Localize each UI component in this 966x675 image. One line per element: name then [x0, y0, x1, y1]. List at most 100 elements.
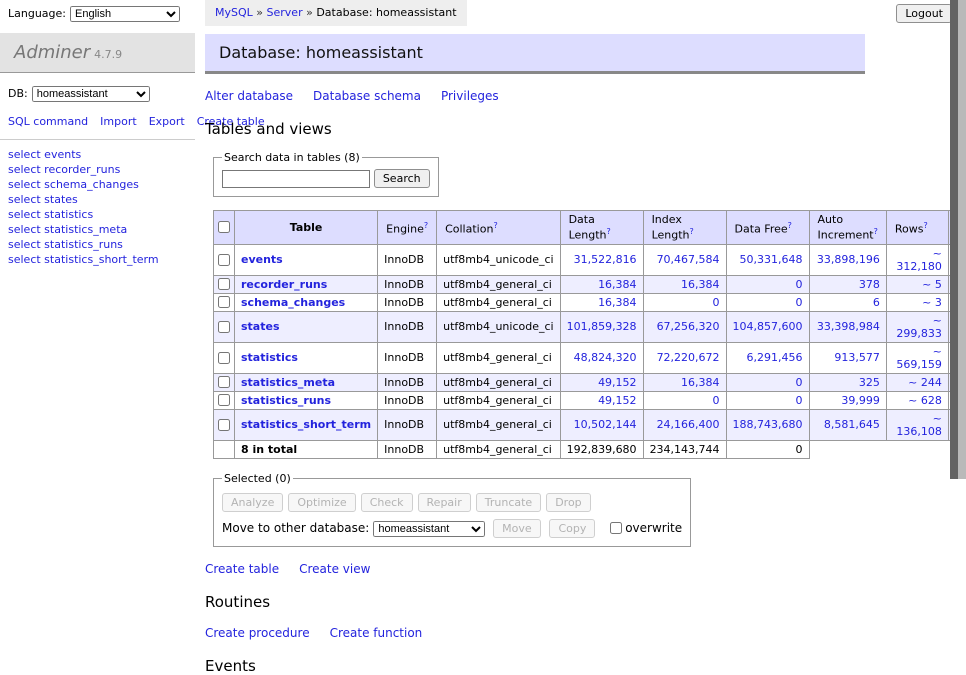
- select-all-checkbox[interactable]: [218, 221, 230, 233]
- export-link[interactable]: Export: [149, 115, 185, 128]
- data-length-cell: 31,522,816: [560, 244, 643, 275]
- move-database-select[interactable]: homeassistant: [373, 521, 485, 537]
- data-free-cell: 188,743,680: [726, 409, 809, 440]
- table-link-statistics-runs[interactable]: statistics_runs: [241, 394, 331, 407]
- index-length-cell: 16,384: [643, 275, 726, 293]
- import-link[interactable]: Import: [100, 115, 137, 128]
- overwrite-checkbox[interactable]: [610, 522, 622, 534]
- collation-cell: utf8mb4_unicode_ci: [437, 311, 560, 342]
- create-links: Create table Create view: [205, 562, 966, 576]
- data-length-cell: 48,824,320: [560, 342, 643, 373]
- row-checkbox-statistics[interactable]: [218, 352, 230, 364]
- collation-cell: utf8mb4_general_ci: [437, 391, 560, 409]
- auto-increment-cell: 33,898,196: [809, 244, 886, 275]
- auto-increment-cell: 378: [809, 275, 886, 293]
- data-length-cell: 49,152: [560, 391, 643, 409]
- alter-database-link[interactable]: Alter database: [205, 89, 293, 103]
- help-icon[interactable]: ?: [874, 227, 878, 236]
- sidebar: Language:English Adminer4.7.9 DB:homeass…: [0, 0, 195, 270]
- search-button[interactable]: Search: [374, 169, 430, 188]
- select-statistics-meta-link[interactable]: select statistics_meta: [8, 223, 187, 238]
- row-checkbox-events[interactable]: [218, 254, 230, 266]
- table-link-recorder-runs[interactable]: recorder_runs: [241, 278, 327, 291]
- select-states-link[interactable]: select states: [8, 193, 187, 208]
- index-length-cell: 67,256,320: [643, 311, 726, 342]
- help-icon[interactable]: ?: [493, 221, 497, 230]
- repair-button: Repair: [418, 493, 471, 512]
- db-row: DB: homeassistant: [0, 73, 195, 104]
- row-checkbox-statistics-runs[interactable]: [218, 394, 230, 406]
- help-icon[interactable]: ?: [607, 227, 611, 236]
- search-input[interactable]: [222, 170, 370, 188]
- language-select[interactable]: English: [70, 6, 180, 22]
- scrollbar-thumb[interactable]: [950, 0, 958, 479]
- create-table-link[interactable]: Create table: [205, 562, 279, 576]
- create-procedure-link[interactable]: Create procedure: [205, 626, 310, 640]
- collation-cell: utf8mb4_general_ci: [437, 275, 560, 293]
- breadcrumb-separator: »: [303, 6, 317, 19]
- table-link-schema-changes[interactable]: schema_changes: [241, 296, 345, 309]
- privileges-link[interactable]: Privileges: [441, 89, 499, 103]
- rows-cell: ~ 3: [886, 293, 948, 311]
- auto-increment-cell: 33,398,984: [809, 311, 886, 342]
- row-checkbox-recorder-runs[interactable]: [218, 278, 230, 290]
- create-function-link[interactable]: Create function: [330, 626, 423, 640]
- routines-links: Create procedure Create function: [205, 626, 966, 640]
- db-label: DB:: [8, 87, 28, 100]
- help-icon[interactable]: ?: [923, 221, 927, 230]
- select-events-link[interactable]: select events: [8, 148, 187, 163]
- table-link-events[interactable]: events: [241, 253, 283, 266]
- data-free-cell: 6,291,456: [726, 342, 809, 373]
- breadcrumb-server-link[interactable]: Server: [267, 6, 303, 19]
- breadcrumb-current: Database: homeassistant: [316, 6, 456, 19]
- selected-fieldset: Selected (0) AnalyzeOptimizeCheckRepairT…: [213, 472, 691, 547]
- table-row: statistics_metaInnoDButf8mb4_general_ci4…: [214, 373, 966, 391]
- database-schema-link[interactable]: Database schema: [313, 89, 421, 103]
- main-content: MySQL » Server » Database: homeassistant…: [205, 0, 966, 675]
- table-link-statistics-meta[interactable]: statistics_meta: [241, 376, 335, 389]
- select-statistics-short-term-link[interactable]: select statistics_short_term: [8, 253, 187, 268]
- row-checkbox-statistics-meta[interactable]: [218, 376, 230, 388]
- column-header-auto-increment: Auto Increment?: [809, 211, 886, 245]
- rows-cell: ~ 569,159: [886, 342, 948, 373]
- db-select[interactable]: homeassistant: [32, 86, 150, 102]
- select-statistics-link[interactable]: select statistics: [8, 208, 187, 223]
- auto-increment-cell: 913,577: [809, 342, 886, 373]
- select-statistics-runs-link[interactable]: select statistics_runs: [8, 238, 187, 253]
- table-link-statistics-short-term[interactable]: statistics_short_term: [241, 418, 371, 431]
- data-length-cell: 101,859,328: [560, 311, 643, 342]
- column-header-data-length: Data Length?: [560, 211, 643, 245]
- select-recorder-runs-link[interactable]: select recorder_runs: [8, 163, 187, 178]
- auto-increment-cell: 39,999: [809, 391, 886, 409]
- app-name: Adminer: [14, 42, 90, 63]
- help-icon[interactable]: ?: [788, 221, 792, 230]
- row-checkbox-schema-changes[interactable]: [218, 296, 230, 308]
- select-schema-changes-link[interactable]: select schema_changes: [8, 178, 187, 193]
- data-length-total-cell: 192,839,680: [560, 440, 643, 458]
- table-link-statistics[interactable]: statistics: [241, 351, 298, 364]
- sql-command-link[interactable]: SQL command: [8, 115, 88, 128]
- help-icon[interactable]: ?: [424, 221, 428, 230]
- column-header-collation: Collation?: [437, 211, 560, 245]
- page-title: Database: homeassistant: [205, 34, 865, 74]
- sidebar-actions: SQL commandImportExportCreate table: [0, 104, 195, 132]
- rows-cell: ~ 5: [886, 275, 948, 293]
- help-icon[interactable]: ?: [690, 227, 694, 236]
- truncate-button: Truncate: [476, 493, 541, 512]
- index-length-cell: 0: [643, 293, 726, 311]
- table-row: schema_changesInnoDButf8mb4_general_ci16…: [214, 293, 966, 311]
- engine-cell: InnoDB: [378, 391, 437, 409]
- data-free-total-cell: 0: [726, 440, 809, 458]
- row-checkbox-statistics-short-term[interactable]: [218, 419, 230, 431]
- row-checkbox-states[interactable]: [218, 321, 230, 333]
- table-row: recorder_runsInnoDButf8mb4_general_ci16,…: [214, 275, 966, 293]
- breadcrumb-mysql-link[interactable]: MySQL: [215, 6, 253, 19]
- table-link-states[interactable]: states: [241, 320, 280, 333]
- table-row: statistics_short_termInnoDButf8mb4_gener…: [214, 409, 966, 440]
- logout-button[interactable]: Logout: [896, 4, 952, 23]
- column-header-rows: Rows?: [886, 211, 948, 245]
- selected-legend: Selected (0): [222, 472, 293, 485]
- data-length-cell: 16,384: [560, 293, 643, 311]
- engine-cell: InnoDB: [378, 373, 437, 391]
- create-view-link[interactable]: Create view: [299, 562, 370, 576]
